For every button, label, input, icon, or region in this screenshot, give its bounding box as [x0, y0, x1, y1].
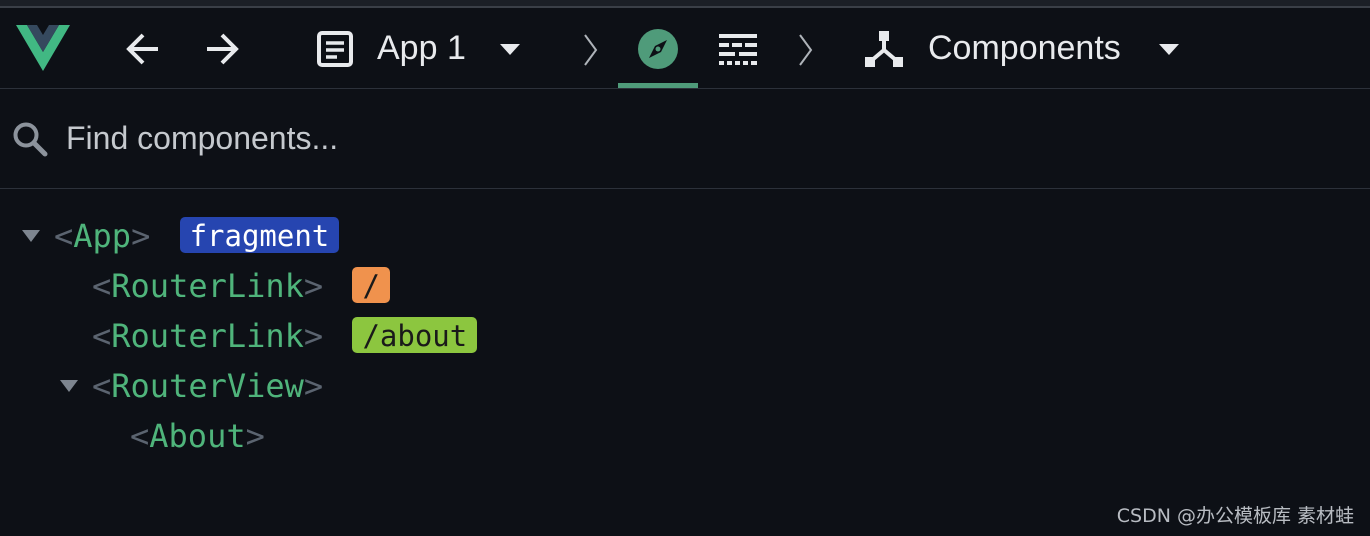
timeline-tab[interactable] — [719, 32, 757, 66]
chevron-down-icon — [1159, 44, 1179, 56]
tree-node-routerlink-root[interactable]: <RouterLink> / — [92, 264, 390, 308]
tree-node-about[interactable]: <About> — [130, 414, 265, 458]
tag-open: < — [54, 217, 74, 255]
component-name: App — [73, 217, 132, 255]
chevron-right-icon — [797, 33, 813, 67]
tag-open: < — [92, 267, 112, 305]
tag-close: > — [303, 267, 324, 305]
back-button[interactable] — [125, 32, 161, 66]
route-badge: /about — [352, 317, 478, 353]
chevron-down-icon — [500, 44, 520, 56]
tree-node-routerlink-about[interactable]: <RouterLink> /about — [92, 314, 478, 358]
route-badge: / — [352, 267, 390, 303]
vue-logo-icon — [16, 25, 70, 71]
component-name: RouterView — [111, 367, 304, 405]
toolbar: App 1 Components — [0, 8, 1370, 89]
tag-open: < — [130, 417, 150, 455]
arrow-right-icon — [207, 33, 239, 65]
component-tree: <App> fragment <RouterLink> / <RouterLin… — [0, 189, 1370, 489]
app-window-icon — [317, 31, 353, 67]
window-top-border — [0, 0, 1370, 8]
component-name: About — [149, 417, 246, 455]
tag-open: < — [92, 317, 112, 355]
app-selector-label[interactable]: App 1 — [377, 26, 466, 70]
chevron-right-icon — [582, 33, 598, 67]
tag-open: < — [92, 367, 112, 405]
tag-close: > — [245, 417, 265, 455]
devtools-panel: App 1 Components Find components... <App… — [0, 0, 1370, 536]
view-selector-label[interactable]: Components — [928, 26, 1121, 70]
tree-node-routerview[interactable]: <RouterView> — [92, 364, 323, 408]
tag-close: > — [303, 317, 324, 355]
tree-node-app[interactable]: <App> fragment — [54, 214, 340, 258]
components-tree-icon — [865, 30, 903, 68]
tag-close: > — [131, 217, 151, 255]
compass-icon — [638, 29, 678, 69]
watermark: CSDN @办公模板库 素材蛙 — [1116, 505, 1354, 527]
component-name: RouterLink — [111, 267, 304, 305]
search-input[interactable] — [66, 115, 966, 161]
active-tab-indicator — [618, 83, 698, 88]
search-bar — [0, 89, 1370, 189]
expand-toggle-icon[interactable] — [60, 380, 78, 392]
forward-button[interactable] — [204, 32, 240, 66]
component-name: RouterLink — [111, 317, 304, 355]
arrow-left-icon — [126, 33, 158, 65]
timeline-icon — [719, 34, 757, 65]
tag-close: > — [303, 367, 324, 405]
expand-toggle-icon[interactable] — [22, 230, 40, 242]
inspector-tab[interactable] — [637, 28, 679, 70]
search-icon — [12, 121, 48, 157]
fragment-badge: fragment — [179, 217, 340, 253]
